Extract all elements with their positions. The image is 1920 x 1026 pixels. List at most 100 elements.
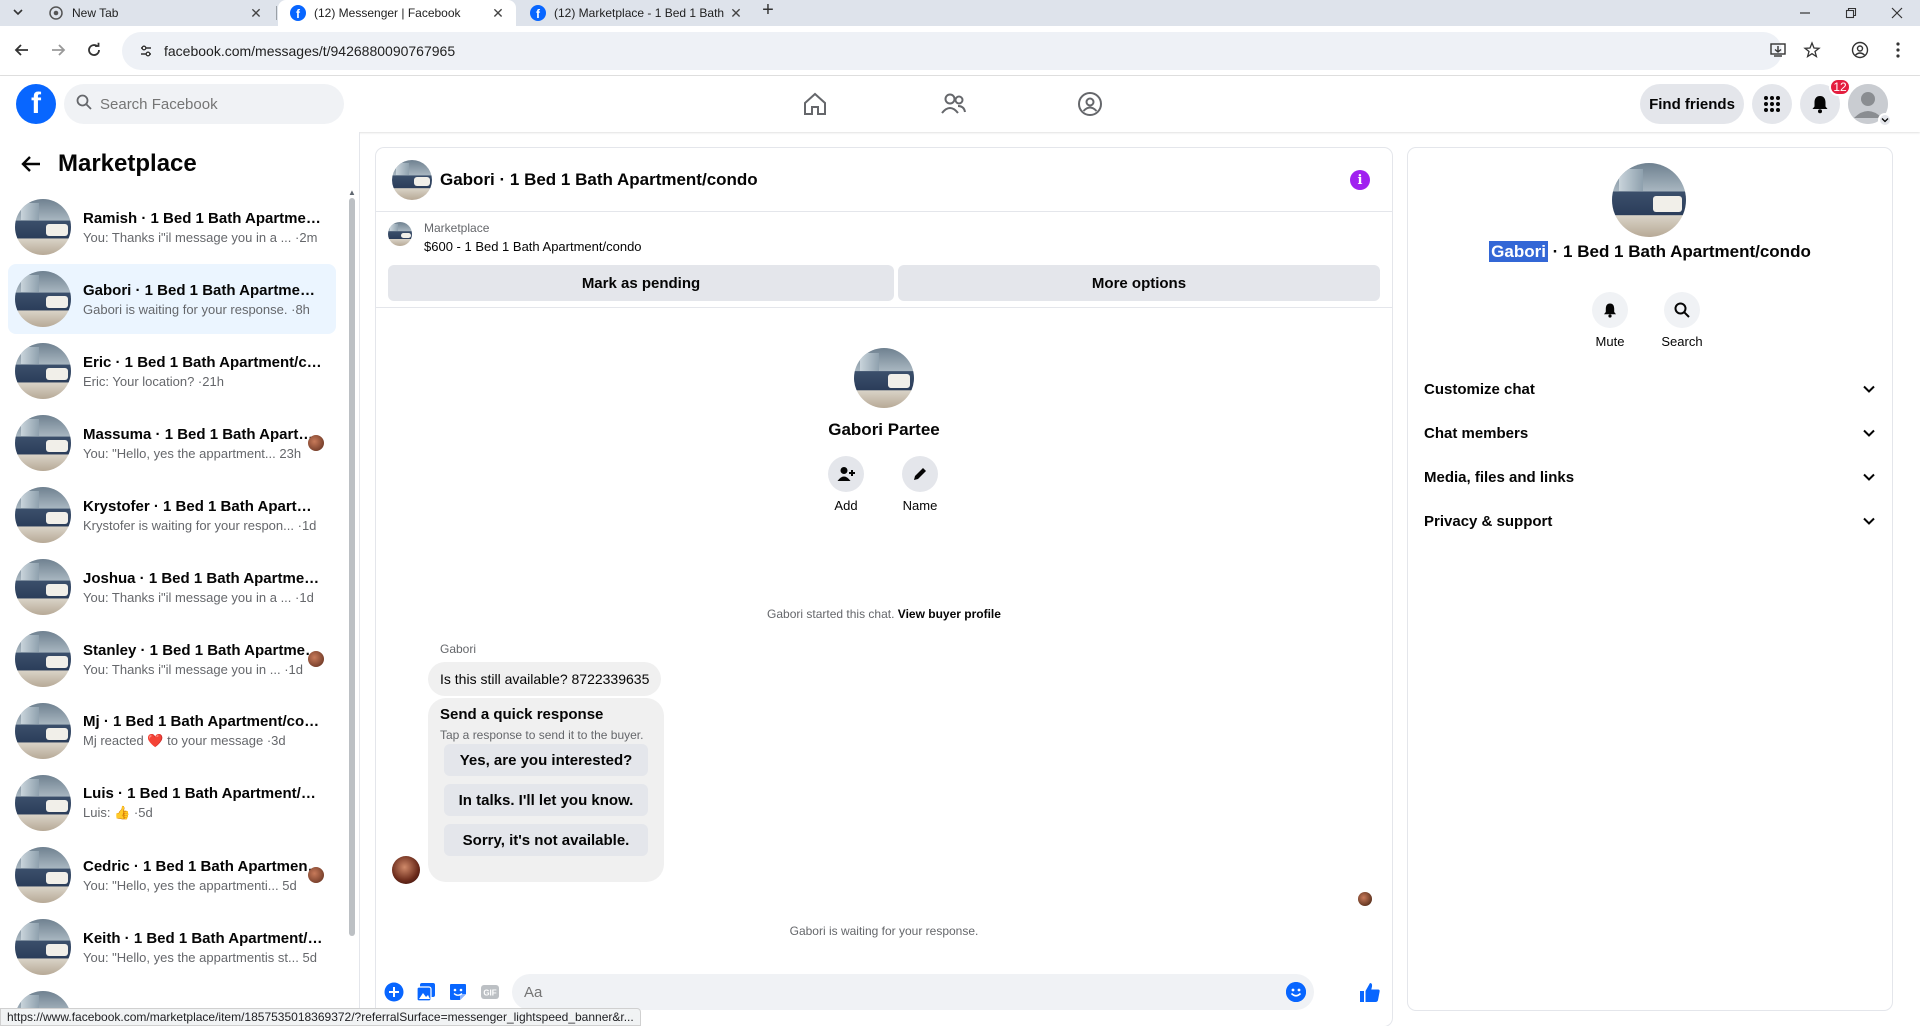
conversation-name: Mj · 1 Bed 1 Bath Apartment/condo: [83, 713, 323, 730]
thumbs-up-icon[interactable]: [1358, 980, 1382, 1004]
conversation-preview: Eric: Your location? ·21h: [83, 374, 323, 389]
mark-as-pending-button[interactable]: Mark as pending: [388, 265, 894, 301]
message-input[interactable]: [524, 983, 1264, 1001]
conversation-item[interactable]: Cedric · 1 Bed 1 Bath Apartment/condo You…: [8, 840, 336, 910]
find-friends-button[interactable]: Find friends: [1640, 84, 1744, 124]
menu-grid-icon[interactable]: [1752, 84, 1792, 124]
sticker-icon[interactable]: [448, 982, 468, 1002]
chat-members-section[interactable]: Chat members: [1424, 411, 1876, 455]
window-close-icon[interactable]: [1874, 0, 1920, 26]
browser-menu-icon[interactable]: [1886, 38, 1910, 62]
home-icon[interactable]: [795, 84, 835, 124]
facebook-search[interactable]: [64, 84, 344, 124]
forward-arrow-icon[interactable]: [46, 38, 70, 62]
conversation-name: Stanley · 1 Bed 1 Bath Apartment/condo: [83, 641, 323, 659]
listing-thumbnail[interactable]: [392, 159, 432, 200]
pencil-icon[interactable]: [902, 456, 938, 492]
conversation-item[interactable]: Massuma · 1 Bed 1 Bath Apartment/condo Yo…: [8, 408, 336, 478]
restore-icon[interactable]: [1828, 0, 1874, 26]
back-arrow-icon[interactable]: [16, 149, 46, 179]
conversation-item[interactable]: Eric · 1 Bed 1 Bath Apartment/condo Eric:…: [8, 336, 336, 406]
conversation-info-icon[interactable]: i: [1350, 170, 1370, 190]
tab-title: New Tab: [72, 6, 119, 20]
mute-action[interactable]: Mute: [1580, 292, 1640, 349]
sidebar-scrollbar[interactable]: ▲: [348, 188, 356, 936]
conversation-text: Ramish · 1 Bed 1 Bath Apartment/condo You…: [83, 210, 336, 245]
conversation-text: Eric · 1 Bed 1 Bath Apartment/condo Eric:…: [83, 354, 336, 389]
profile-icon[interactable]: [1848, 38, 1872, 62]
listing-thumbnail: [15, 775, 71, 831]
listing-thumbnail: [15, 415, 71, 471]
groups-icon[interactable]: [1070, 84, 1110, 124]
svg-text:GIF: GIF: [483, 989, 496, 998]
conversation-item[interactable]: Luis · 1 Bed 1 Bath Apartment/condo Luis:…: [8, 768, 336, 838]
add-person-icon[interactable]: [828, 456, 864, 492]
tab-search-chevron-icon[interactable]: [8, 2, 28, 22]
conversation-item[interactable]: Keith · 1 Bed 1 Bath Apartment/condo You:…: [8, 912, 336, 982]
bookmark-star-icon[interactable]: [1800, 38, 1824, 62]
quick-reply-in-talks-button[interactable]: In talks. I'll let you know.: [444, 784, 648, 816]
conversation-item[interactable]: Joshua · 1 Bed 1 Bath Apartment/condo You…: [8, 552, 336, 622]
conversation-item[interactable]: Mj · 1 Bed 1 Bath Apartment/condo Mj reac…: [8, 696, 336, 766]
search-action[interactable]: Search: [1652, 292, 1712, 349]
install-app-icon[interactable]: [1766, 38, 1790, 62]
back-arrow-icon[interactable]: [10, 38, 34, 62]
tab-new-tab[interactable]: New Tab ✕: [36, 0, 274, 26]
listing-small-thumbnail[interactable]: [388, 222, 412, 246]
edit-name-action[interactable]: Name: [902, 456, 938, 513]
conversation-text: Gabori · 1 Bed 1 Bath Apartment/condo Gab…: [83, 282, 336, 317]
customize-chat-section[interactable]: Customize chat: [1424, 367, 1876, 411]
conversation-name: Keith · 1 Bed 1 Bath Apartment/condo: [83, 929, 323, 947]
account-chevron-down-icon[interactable]: [1878, 113, 1892, 127]
photo-gallery-icon[interactable]: [416, 982, 436, 1002]
listing-thumbnail: [15, 847, 71, 903]
bell-icon[interactable]: [1592, 292, 1628, 328]
url-omnibox[interactable]: facebook.com/messages/t/9426880090767965: [122, 32, 1782, 70]
close-icon[interactable]: ✕: [490, 5, 506, 21]
sender-avatar[interactable]: [392, 856, 420, 884]
close-icon[interactable]: ✕: [728, 5, 744, 21]
gif-icon[interactable]: GIF: [480, 982, 500, 1002]
message-input-wrapper[interactable]: [512, 974, 1314, 1010]
search-icon[interactable]: [1664, 292, 1700, 328]
search-input[interactable]: [100, 95, 320, 113]
preview-time: ·1d: [295, 589, 314, 605]
view-buyer-profile-link[interactable]: View buyer profile: [898, 607, 1001, 621]
conversation-item[interactable]: Ramish · 1 Bed 1 Bath Apartment/condo You…: [8, 192, 336, 262]
facebook-logo-icon[interactable]: f: [16, 84, 56, 124]
site-settings-icon[interactable]: [128, 43, 164, 59]
minimize-icon[interactable]: [1782, 0, 1828, 26]
conversation-text: Keith · 1 Bed 1 Bath Apartment/condo You:…: [83, 930, 336, 965]
facebook-icon: f: [530, 5, 546, 21]
conversation-item[interactable]: Stanley · 1 Bed 1 Bath Apartment/condo Yo…: [8, 624, 336, 694]
listing-thumbnail: [15, 703, 71, 759]
friends-icon[interactable]: [933, 84, 973, 124]
tab-messenger[interactable]: f (12) Messenger | Facebook ✕: [278, 0, 516, 26]
conversation-item[interactable]: Krystofer · 1 Bed 1 Bath Apartment/condo…: [8, 480, 336, 550]
quick-reply-interested-button[interactable]: Yes, are you interested?: [444, 744, 648, 776]
emoji-icon[interactable]: [1286, 982, 1306, 1002]
listing-title[interactable]: $600 - 1 Bed 1 Bath Apartment/condo: [424, 239, 642, 254]
reload-icon[interactable]: [82, 38, 106, 62]
panel-title-highlighted: Gabori: [1489, 241, 1548, 262]
listing-thumbnail: [15, 487, 71, 543]
add-member-action[interactable]: Add: [828, 456, 864, 513]
listing-thumbnail: [15, 199, 71, 255]
privacy-support-section[interactable]: Privacy & support: [1424, 499, 1876, 543]
more-options-button[interactable]: More options: [898, 265, 1380, 301]
conversation-item[interactable]: Gabori · 1 Bed 1 Bath Apartment/condo Gab…: [8, 264, 336, 334]
close-icon[interactable]: ✕: [248, 5, 264, 21]
tab-marketplace[interactable]: f (12) Marketplace - 1 Bed 1 Bath ✕: [518, 0, 754, 26]
chevron-down-icon: [1863, 473, 1875, 481]
facebook-icon: f: [290, 5, 306, 21]
message-bubble[interactable]: Is this still available? 8722339635: [428, 662, 662, 696]
scrollbar-thumb[interactable]: [349, 198, 355, 936]
preview-text: You: Thanks i"il message you in a ...: [83, 589, 292, 605]
chat-title[interactable]: Gabori · 1 Bed 1 Bath Apartment/condo: [440, 170, 758, 190]
plus-circle-icon[interactable]: [384, 982, 404, 1002]
media-files-links-section[interactable]: Media, files and links: [1424, 455, 1876, 499]
quick-reply-not-available-button[interactable]: Sorry, it's not available.: [444, 824, 648, 856]
sidebar-header: Marketplace: [16, 146, 197, 182]
new-tab-plus-icon[interactable]: +: [758, 0, 778, 21]
scroll-up-arrow-icon[interactable]: ▲: [348, 188, 356, 197]
